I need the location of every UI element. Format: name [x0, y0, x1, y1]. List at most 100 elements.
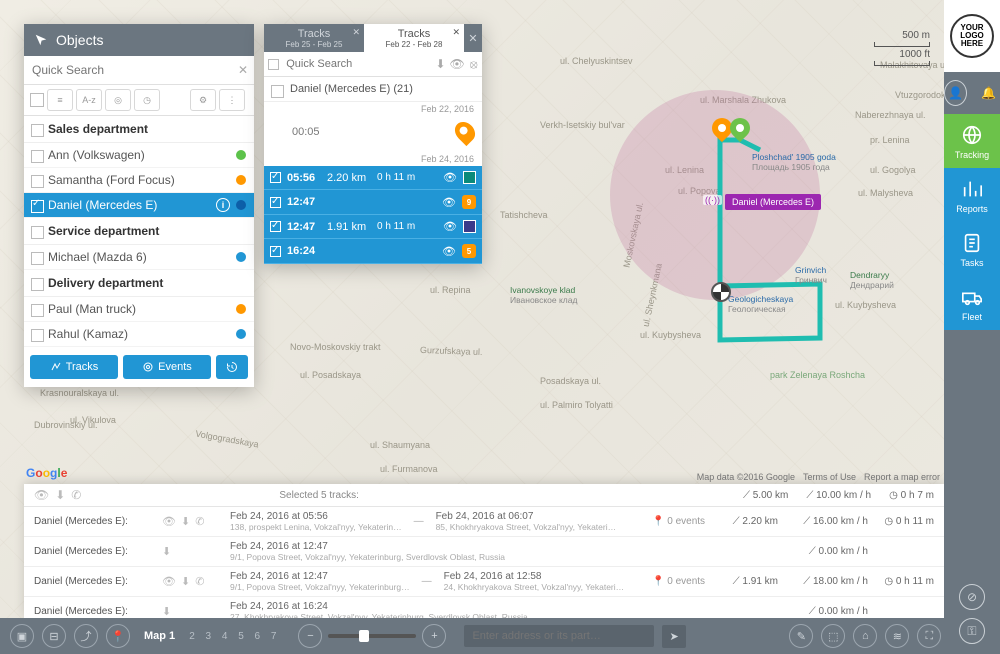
eye-icon[interactable]: 👁 — [442, 196, 456, 209]
map-pin-start[interactable] — [712, 118, 732, 144]
map-tabs[interactable]: 2 3 4 5 6 7 — [189, 631, 280, 642]
ruler-icon[interactable]: ✎ — [789, 624, 813, 648]
eye-icon[interactable]: 👁 — [34, 488, 49, 502]
map-pin-start2[interactable] — [730, 118, 750, 144]
row-actions[interactable]: 👁⬇✆ — [162, 515, 220, 528]
objects-search-input[interactable] — [24, 56, 232, 84]
poi-label: Ivanovskoye kladИвановское клад — [510, 285, 577, 305]
list-view-icon[interactable]: ≡ — [47, 89, 73, 111]
color-swatch[interactable] — [463, 220, 476, 233]
phone-icon[interactable]: ✆ — [71, 488, 81, 502]
object-michael[interactable]: Michael (Mazda 6) — [24, 245, 254, 270]
address-input[interactable] — [464, 625, 654, 647]
row-actions[interactable]: 👁⬇✆ — [162, 575, 220, 588]
report-link[interactable]: Report a map error — [864, 472, 940, 482]
track-checkbox[interactable] — [270, 221, 281, 232]
object-rahul[interactable]: Rahul (Kamaz) — [24, 322, 254, 347]
key-icon[interactable]: ⚿ — [959, 618, 985, 644]
map-object-label[interactable]: Daniel (Mercedes E) — [725, 194, 821, 210]
close-tab-icon[interactable]: ✕ — [452, 27, 460, 38]
event-badge: 5 — [462, 244, 476, 258]
fullscreen-icon[interactable]: ⛶ — [917, 624, 941, 648]
objects-header: Objects — [24, 24, 254, 56]
area-icon[interactable]: ⬚ — [821, 624, 845, 648]
zoom-slider[interactable] — [328, 634, 416, 638]
nav-fleet[interactable]: Fleet — [944, 276, 1000, 330]
track-checkbox[interactable] — [270, 172, 281, 183]
locate-icon[interactable]: 📍 — [106, 624, 130, 648]
color-swatch[interactable] — [463, 171, 476, 184]
clear-search-icon[interactable]: ✕ — [232, 56, 254, 84]
share-icon[interactable]: ⤴ — [74, 624, 98, 648]
history-button[interactable] — [216, 355, 248, 379]
result-row[interactable]: Daniel (Mercedes E):👁⬇✆ Feb 24, 2016 at … — [24, 567, 944, 597]
eye-icon[interactable]: 👁 — [449, 57, 466, 71]
track-row[interactable]: 05:562.20 km0 h 11 m 👁 — [264, 166, 482, 190]
zoom-out-icon[interactable]: − — [298, 624, 322, 648]
map-selector[interactable]: Map 1 — [144, 630, 175, 642]
track-row[interactable]: 12:47 👁 9 — [264, 190, 482, 215]
target-icon[interactable]: ◎ — [105, 89, 131, 111]
tracks-object-head[interactable]: Daniel (Mercedes E) (21) — [264, 77, 482, 102]
tracks-tab-2[interactable]: TracksFeb 22 - Feb 28✕ — [364, 24, 464, 52]
track-checkbox[interactable] — [270, 246, 281, 257]
select-all-tracks[interactable] — [264, 59, 282, 70]
tracks-tab-1[interactable]: TracksFeb 25 - Feb 25✕ — [264, 24, 364, 52]
sort-az-button[interactable]: A-z — [76, 89, 102, 111]
track-checkbox[interactable] — [270, 197, 281, 208]
row-actions[interactable]: ⬇ — [162, 545, 220, 558]
traffic-icon[interactable]: ⊟ — [42, 624, 66, 648]
nav-tracking[interactable]: Tracking — [944, 114, 1000, 168]
track-row[interactable]: 16:24 👁 5 — [264, 239, 482, 264]
map-credits: Map data ©2016 GoogleTerms of UseReport … — [697, 472, 940, 482]
download-icon[interactable]: ⬇ — [55, 488, 65, 502]
result-row[interactable]: Daniel (Mercedes E):⬇ Feb 24, 2016 at 16… — [24, 597, 944, 618]
track-event[interactable]: 00:05 — [264, 116, 482, 152]
select-all-checkbox[interactable] — [30, 93, 44, 107]
poi-label: GrinvichГринвич — [795, 265, 827, 285]
eye-icon[interactable]: 👁 — [443, 220, 457, 233]
result-row[interactable]: Daniel (Mercedes E):👁⬇✆ Feb 24, 2016 at … — [24, 507, 944, 537]
mute-icon[interactable]: ⊘ — [959, 584, 985, 610]
eye-off-icon[interactable]: ⦻ — [465, 57, 482, 72]
settings-icon[interactable]: ⚙ — [190, 89, 216, 111]
home-icon[interactable]: ⌂ — [853, 624, 877, 648]
layers-icon[interactable]: ≋ — [885, 624, 909, 648]
filter-icon[interactable]: ⋮ — [219, 89, 245, 111]
logo: YOUR LOGO HERE — [944, 0, 1000, 72]
eye-icon[interactable]: 👁 — [442, 245, 456, 258]
zoom-in-icon[interactable]: + — [422, 624, 446, 648]
pin-icon — [451, 118, 479, 146]
object-tool-icon[interactable]: ▣ — [10, 624, 34, 648]
nav-reports[interactable]: Reports — [944, 168, 1000, 222]
tracks-search-input[interactable] — [282, 52, 432, 76]
eye-icon[interactable]: 👁 — [443, 171, 457, 184]
clock-icon[interactable]: ◷ — [134, 89, 160, 111]
object-samantha[interactable]: Samantha (Ford Focus) — [24, 168, 254, 193]
bell-icon[interactable]: 🔔 — [977, 80, 1000, 106]
terms-link[interactable]: Terms of Use — [803, 472, 856, 482]
info-icon[interactable]: i — [216, 198, 230, 212]
result-row[interactable]: Daniel (Mercedes E):⬇ Feb 24, 2016 at 12… — [24, 537, 944, 567]
download-icon[interactable]: ⬇ — [432, 57, 449, 71]
group-delivery[interactable]: Delivery department — [24, 270, 254, 297]
track-date: Feb 22, 2016 — [264, 102, 482, 116]
row-actions[interactable]: ⬇ — [162, 605, 220, 618]
address-go-icon[interactable]: ➤ — [662, 625, 685, 648]
track-row[interactable]: 12:471.91 km0 h 11 m 👁 — [264, 215, 482, 239]
user-icon[interactable]: 👤 — [944, 80, 967, 106]
close-tab-icon[interactable]: ✕ — [352, 27, 360, 38]
group-service[interactable]: Service department — [24, 218, 254, 245]
tracks-button[interactable]: Tracks — [30, 355, 118, 379]
events-button[interactable]: Events — [123, 355, 211, 379]
object-ann[interactable]: Ann (Volkswagen) — [24, 143, 254, 168]
map-pin-end[interactable] — [711, 282, 731, 302]
object-paul[interactable]: Paul (Man truck) — [24, 297, 254, 322]
object-daniel[interactable]: Daniel (Mercedes E)i — [24, 193, 254, 218]
close-panel-icon[interactable]: ✕ — [464, 24, 482, 52]
group-sales[interactable]: Sales department — [24, 116, 254, 143]
poi-label: GeologicheskayaГеологическая — [728, 294, 793, 314]
google-logo: Google — [26, 466, 67, 480]
map-scale: 500 m 1000 ft — [874, 30, 930, 66]
nav-tasks[interactable]: Tasks — [944, 222, 1000, 276]
